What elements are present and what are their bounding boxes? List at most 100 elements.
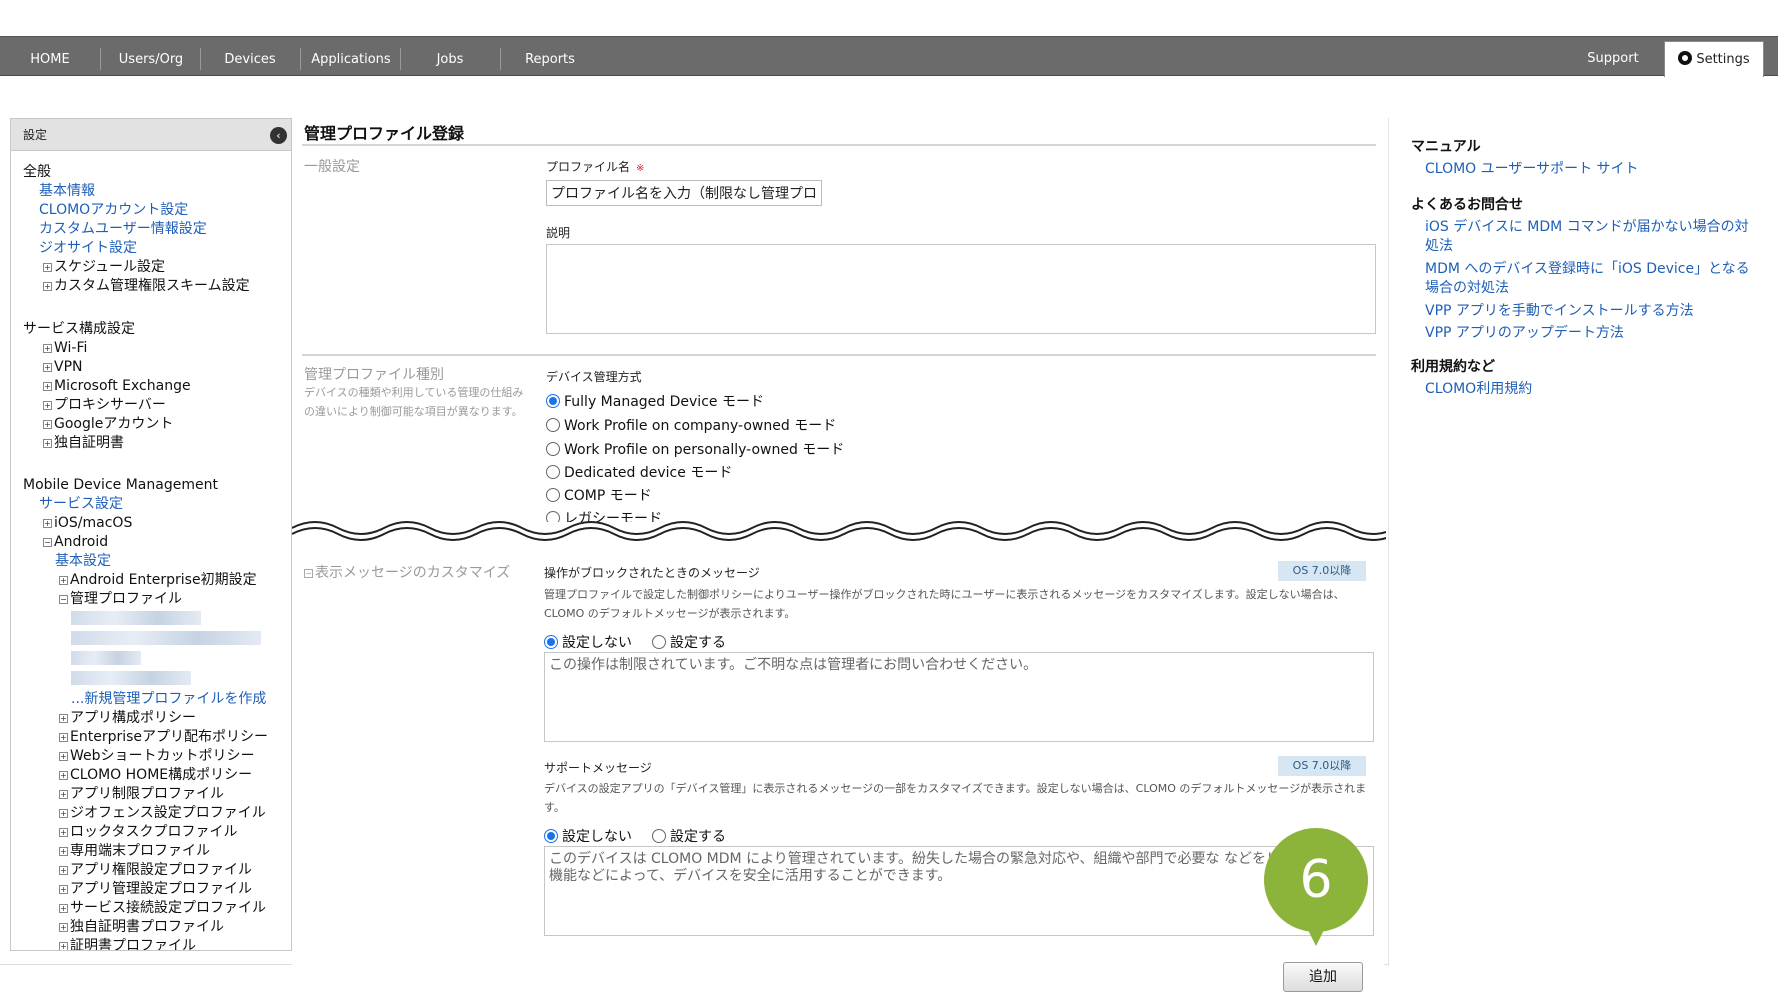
collapse-sidebar-icon[interactable]: ‹ (270, 127, 287, 144)
expand-icon: + (43, 401, 52, 410)
sidebar-item-label: サービス接続設定プロファイル (70, 900, 266, 916)
sidebar-link-new-profile[interactable]: ...新規管理プロファイルを作成 (71, 690, 266, 709)
collapse-icon: − (59, 595, 68, 604)
sidebar-item-policy[interactable]: + ジオフェンス設定プロファイル (59, 804, 266, 823)
sidebar-item-policy[interactable]: + Enterpriseアプリ配布ポリシー (59, 728, 268, 747)
faq-link-ios-device[interactable]: MDM へのデバイス登録時に「iOS Device」となる場合の対処法 (1425, 260, 1755, 298)
sidebar-item-proxy[interactable]: + プロキシサーバー (43, 396, 166, 415)
nav-devices[interactable]: Devices (210, 37, 290, 77)
nav-settings-tab[interactable]: Settings (1664, 41, 1764, 77)
sidebar-link-custom-user-info[interactable]: カスタムユーザー情報設定 (39, 220, 207, 239)
nav-jobs[interactable]: Jobs (410, 37, 490, 77)
faq-link-vpp-install[interactable]: VPP アプリを手動でインストールする方法 (1425, 302, 1755, 321)
sidebar-item-label: CLOMO HOME構成ポリシー (70, 767, 253, 783)
radio-selected-icon (546, 394, 560, 408)
sidebar-link-basic-info[interactable]: 基本情報 (39, 182, 95, 201)
os-version-badge: OS 7.0以降 (1278, 561, 1366, 581)
sidebar-item-schedule[interactable]: + スケジュール設定 (43, 258, 165, 277)
divider (302, 144, 1376, 146)
step-callout-marker: 6 (1264, 828, 1368, 932)
nav-divider (300, 48, 301, 70)
sidebar-item-vpn[interactable]: + VPN (43, 358, 83, 377)
terms-link[interactable]: CLOMO利用規約 (1425, 380, 1755, 399)
radio-work-profile-personal[interactable]: Work Profile on personally-owned モード (546, 439, 844, 459)
expand-icon: + (59, 866, 68, 875)
nav-applications[interactable]: Applications (306, 37, 396, 77)
sidebar-item-label: 証明書プロファイル (70, 938, 196, 951)
sidebar-item-policy[interactable]: + アプリ権限設定プロファイル (59, 861, 252, 880)
sidebar-link-android-basic[interactable]: 基本設定 (55, 552, 111, 571)
faq-link-mdm-command[interactable]: iOS デバイスに MDM コマンドが届かない場合の対処法 (1425, 218, 1755, 256)
add-button[interactable]: 追加 (1283, 962, 1363, 992)
radio-work-profile-company[interactable]: Work Profile on company-owned モード (546, 415, 836, 435)
sidebar-item-policy[interactable]: + アプリ制限プロファイル (59, 785, 224, 804)
profile-name-input[interactable]: プロファイル名を入力（制限なし管理プロ (546, 180, 822, 206)
blurred-profile-name (71, 651, 141, 665)
section-message-customize[interactable]: − 表示メッセージのカスタマイズ (304, 562, 510, 582)
sidebar-item-policy[interactable]: + アプリ構成ポリシー (59, 709, 196, 728)
blocked-message-textarea[interactable]: この操作は制限されています。ご不明な点は管理者にお問い合わせください。 (544, 652, 1374, 742)
sidebar-header: 設定 ‹ (11, 119, 291, 151)
nav-home[interactable]: HOME (20, 37, 80, 77)
sidebar-item-enterprise-init[interactable]: + Android Enterprise初期設定 (59, 571, 257, 590)
sidebar-item-wifi[interactable]: + Wi-Fi (43, 339, 87, 358)
description-textarea[interactable] (546, 244, 1376, 334)
sidebar-item-policy[interactable]: + CLOMO HOME構成ポリシー (59, 766, 252, 785)
sidebar-item-policy[interactable]: + 独自証明書プロファイル (59, 918, 224, 937)
sidebar-item-policy[interactable]: + 専用端末プロファイル (59, 842, 210, 861)
sidebar-item-label: 独自証明書プロファイル (70, 919, 224, 935)
faq-link-vpp-update[interactable]: VPP アプリのアップデート方法 (1425, 324, 1755, 343)
nav-support[interactable]: Support (1576, 37, 1650, 77)
expand-icon: + (43, 382, 52, 391)
footer-divider (0, 964, 292, 965)
expand-icon: + (59, 847, 68, 856)
sidebar-item-exchange[interactable]: + Microsoft Exchange (43, 377, 191, 396)
expand-icon: + (59, 752, 68, 761)
sidebar-item-label: 管理プロファイル (70, 591, 182, 607)
nav-reports[interactable]: Reports (510, 37, 590, 77)
blurred-profile-name (71, 631, 261, 645)
radio-support-not-set[interactable]: 設定しない (544, 826, 632, 846)
sidebar-item-label: カスタム管理権限スキーム設定 (54, 278, 250, 294)
expand-icon: + (59, 885, 68, 894)
radio-blocked-set[interactable]: 設定する (652, 632, 726, 652)
radio-fully-managed[interactable]: Fully Managed Device モード (546, 391, 764, 411)
sidebar-item-label: ジオフェンス設定プロファイル (70, 805, 266, 821)
divider (302, 354, 1376, 356)
sidebar-item-label: Webショートカットポリシー (70, 748, 255, 764)
sidebar-item-label: Microsoft Exchange (54, 378, 191, 394)
collapse-icon: − (43, 538, 52, 547)
sidebar-item-google-account[interactable]: + Googleアカウント (43, 415, 173, 434)
sidebar-item-policy[interactable]: + 証明書プロファイル (59, 937, 196, 951)
nav-divider (400, 48, 401, 70)
collapse-icon: − (304, 569, 313, 578)
sidebar-item-android[interactable]: − Android (43, 533, 108, 552)
sidebar-item-ios-macos[interactable]: + iOS/macOS (43, 514, 132, 533)
support-message-textarea[interactable]: このデバイスは CLOMO MDM により管理されています。紛失した場合の緊急対… (544, 846, 1374, 936)
nav-users-org[interactable]: Users/Org (110, 37, 192, 77)
sidebar-link-geosite[interactable]: ジオサイト設定 (39, 239, 137, 258)
radio-blocked-not-set[interactable]: 設定しない (544, 632, 632, 652)
radio-icon (652, 829, 666, 843)
sidebar-item-policy[interactable]: + ロックタスクプロファイル (59, 823, 237, 842)
sidebar-item-own-cert[interactable]: + 独自証明書 (43, 434, 124, 453)
callout-pointer (1303, 920, 1329, 946)
radio-label: Fully Managed Device モード (564, 394, 764, 410)
sidebar-item-label: アプリ管理設定プロファイル (70, 881, 252, 897)
manual-link[interactable]: CLOMO ユーザーサポート サイト (1425, 160, 1755, 179)
sidebar-item-policy[interactable]: + サービス接続設定プロファイル (59, 899, 266, 918)
sidebar-link-service-settings[interactable]: サービス設定 (39, 495, 123, 514)
radio-label: 設定する (670, 635, 726, 651)
radio-support-set[interactable]: 設定する (652, 826, 726, 846)
sidebar-link-clomo-account[interactable]: CLOMOアカウント設定 (39, 201, 188, 220)
sidebar-item-custom-permission[interactable]: + カスタム管理権限スキーム設定 (43, 277, 250, 296)
radio-dedicated-device[interactable]: Dedicated device モード (546, 462, 732, 482)
terms-heading: 利用規約など (1411, 359, 1495, 375)
content-cut-wave (292, 521, 1386, 541)
sidebar-item-managed-profile[interactable]: − 管理プロファイル (59, 590, 182, 609)
sidebar-item-policy[interactable]: + アプリ管理設定プロファイル (59, 880, 252, 899)
sidebar-section-general: 全般 (23, 164, 51, 180)
radio-comp[interactable]: COMP モード (546, 485, 652, 505)
sidebar-item-label: Wi-Fi (54, 340, 88, 356)
sidebar-item-policy[interactable]: + Webショートカットポリシー (59, 747, 255, 766)
